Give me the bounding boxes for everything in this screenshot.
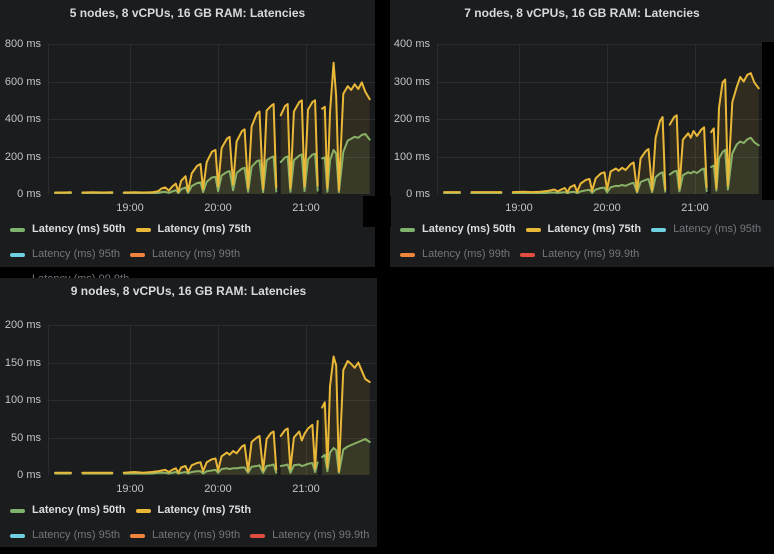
- y-tick-label: 0 ms: [0, 468, 41, 482]
- legend-item-latency-ms-75th[interactable]: Latency (ms) 75th: [136, 220, 252, 239]
- legend-label: Latency (ms) 75th: [548, 220, 642, 239]
- legend-label: Latency (ms) 95th: [673, 220, 761, 239]
- y-tick-label: 300 ms: [390, 75, 430, 89]
- legend-item-latency-ms-95th[interactable]: Latency (ms) 95th: [10, 526, 120, 545]
- legend-item-latency-ms-50th[interactable]: Latency (ms) 50th: [10, 501, 126, 520]
- y-tick-label: 0 ms: [390, 187, 430, 201]
- legend-swatch: [250, 534, 265, 538]
- panel-title: 7 nodes, 8 vCPUs, 16 GB RAM: Latencies: [390, 0, 774, 27]
- legend-label: Latency (ms) 99th: [422, 245, 510, 264]
- y-tick-label: 0 ms: [0, 187, 41, 201]
- legend-item-latency-ms-75th[interactable]: Latency (ms) 75th: [526, 220, 642, 239]
- y-tick-label: 200 ms: [390, 112, 430, 126]
- legend-label: Latency (ms) 99.9th: [272, 526, 369, 545]
- legend-item-latency-ms-99th[interactable]: Latency (ms) 99th: [400, 245, 510, 264]
- legend-label: Latency (ms) 99.9th: [542, 245, 639, 264]
- x-tick-label: 19:00: [494, 201, 544, 215]
- y-tick-label: 100 ms: [0, 393, 41, 407]
- panel-title: 9 nodes, 8 vCPUs, 16 GB RAM: Latencies: [0, 278, 377, 305]
- y-tick-label: 150 ms: [0, 356, 41, 370]
- legend-label: Latency (ms) 50th: [32, 220, 126, 239]
- legend-swatch: [651, 228, 666, 232]
- legend-item-latency-ms-99th[interactable]: Latency (ms) 99th: [130, 245, 240, 264]
- y-tick-label: 400 ms: [0, 112, 41, 126]
- series-area-1: [444, 73, 759, 194]
- x-tick-label: 19:00: [105, 482, 155, 496]
- legend-swatch: [400, 253, 415, 257]
- x-tick-label: 20:00: [193, 482, 243, 496]
- series-area-1: [55, 357, 370, 476]
- legend-swatch: [10, 534, 25, 538]
- legend-label: Latency (ms) 50th: [422, 220, 516, 239]
- graph-canvas[interactable]: [48, 44, 375, 194]
- legend-item-latency-ms-99th[interactable]: Latency (ms) 99th: [130, 526, 240, 545]
- legend-label: Latency (ms) 99th: [152, 245, 240, 264]
- legend-label: Latency (ms) 75th: [158, 220, 252, 239]
- legend-item-latency-ms-50th[interactable]: Latency (ms) 50th: [10, 220, 126, 239]
- graph-canvas[interactable]: [437, 44, 764, 194]
- legend-label: Latency (ms) 95th: [32, 245, 120, 264]
- graph-canvas[interactable]: [48, 325, 375, 475]
- legend-item-latency-ms-50th[interactable]: Latency (ms) 50th: [400, 220, 516, 239]
- legend-label: Latency (ms) 95th: [32, 526, 120, 545]
- legend-label: Latency (ms) 50th: [32, 501, 126, 520]
- y-tick-label: 50 ms: [0, 431, 41, 445]
- panel-5-nodes-latencies: 5 nodes, 8 vCPUs, 16 GB RAM: Latencies L…: [0, 0, 375, 267]
- panel-7-nodes-latencies: 7 nodes, 8 vCPUs, 16 GB RAM: Latencies L…: [390, 0, 774, 267]
- legend: Latency (ms) 50th Latency (ms) 75th Latenc…: [10, 501, 371, 545]
- legend-swatch: [10, 509, 25, 513]
- legend-item-latency-ms-99.9th[interactable]: Latency (ms) 99.9th: [520, 245, 639, 264]
- legend-swatch: [10, 253, 25, 257]
- legend-swatch: [526, 228, 541, 232]
- y-tick-label: 200 ms: [0, 318, 41, 332]
- legend-swatch: [130, 253, 145, 257]
- x-tick-label: 19:00: [105, 201, 155, 215]
- y-tick-label: 400 ms: [390, 37, 430, 51]
- x-tick-label: 21:00: [281, 482, 331, 496]
- legend-swatch: [136, 509, 151, 513]
- legend-item-latency-ms-95th[interactable]: Latency (ms) 95th: [10, 245, 120, 264]
- x-tick-label: 21:00: [281, 201, 331, 215]
- panel-title: 5 nodes, 8 vCPUs, 16 GB RAM: Latencies: [0, 0, 375, 27]
- legend-label: Latency (ms) 75th: [158, 501, 252, 520]
- legend-swatch: [10, 228, 25, 232]
- x-tick-label: 21:00: [670, 201, 720, 215]
- legend: Latency (ms) 50th Latency (ms) 75th Latenc…: [400, 220, 768, 264]
- legend-swatch: [520, 253, 535, 257]
- y-tick-label: 600 ms: [0, 75, 41, 89]
- panel-9-nodes-latencies: 9 nodes, 8 vCPUs, 16 GB RAM: Latencies L…: [0, 278, 377, 547]
- grafana-dashboard: 5 nodes, 8 vCPUs, 16 GB RAM: Latencies L…: [0, 0, 774, 554]
- legend-item-latency-ms-99.9th[interactable]: Latency (ms) 99.9th: [250, 526, 369, 545]
- legend-item-latency-ms-75th[interactable]: Latency (ms) 75th: [136, 501, 252, 520]
- legend-item-latency-ms-95th[interactable]: Latency (ms) 95th: [651, 220, 761, 239]
- y-tick-label: 100 ms: [390, 150, 430, 164]
- x-tick-label: 20:00: [582, 201, 632, 215]
- legend-swatch: [130, 534, 145, 538]
- y-tick-label: 200 ms: [0, 150, 41, 164]
- mask-right-edge: [762, 42, 774, 200]
- mask-panel1-corner: [363, 196, 391, 227]
- legend-swatch: [136, 228, 151, 232]
- legend-swatch: [400, 228, 415, 232]
- y-tick-label: 800 ms: [0, 37, 41, 51]
- x-tick-label: 20:00: [193, 201, 243, 215]
- legend-label: Latency (ms) 99th: [152, 526, 240, 545]
